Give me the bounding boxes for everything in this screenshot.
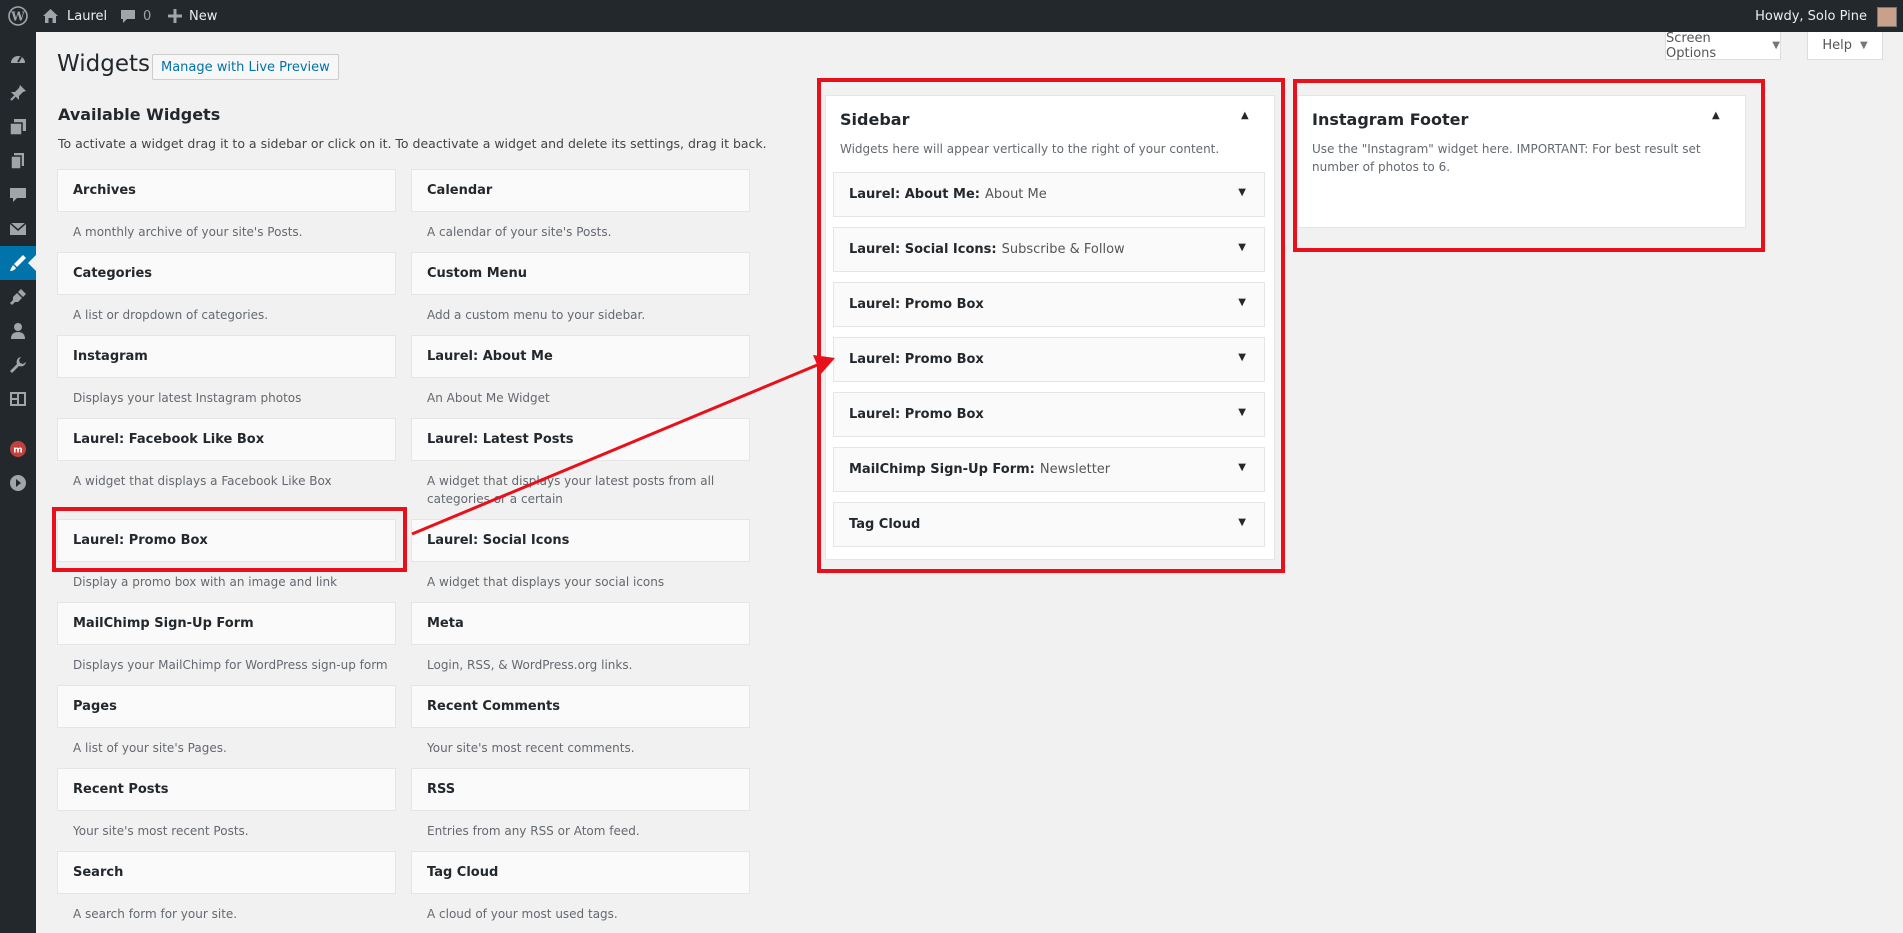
users-icon[interactable] bbox=[0, 314, 36, 348]
widget-categories[interactable]: Categories bbox=[57, 252, 396, 295]
widget-title: Laurel: Latest Posts bbox=[427, 432, 574, 447]
widget-calendar[interactable]: Calendar bbox=[411, 169, 750, 212]
available-widgets-title: Available Widgets bbox=[58, 105, 221, 124]
widget-title: Calendar bbox=[427, 183, 493, 198]
widget-description: A monthly archive of your site's Posts. bbox=[73, 225, 303, 239]
widget-title: Laurel: Facebook Like Box bbox=[73, 432, 265, 447]
appearance-brush-icon[interactable] bbox=[0, 246, 36, 280]
comments-link[interactable]: 0 bbox=[120, 0, 151, 32]
widget-title: Categories bbox=[73, 266, 153, 281]
widget-description: Displays your latest Instagram photos bbox=[73, 391, 302, 405]
pages-icon[interactable] bbox=[0, 144, 36, 178]
widget-tag-cloud[interactable]: Tag Cloud bbox=[411, 851, 750, 894]
plus-icon bbox=[168, 9, 182, 23]
widget-description: Display a promo box with an image and li… bbox=[73, 575, 338, 589]
wordpress-logo-icon[interactable]: W bbox=[8, 0, 28, 32]
home-icon bbox=[42, 8, 59, 24]
widget-description: A widget that displays a Facebook Like B… bbox=[73, 474, 332, 488]
widget-meta[interactable]: Meta bbox=[411, 602, 750, 645]
widget-description: A list of your site's Pages. bbox=[73, 741, 227, 755]
posts-pin-icon[interactable] bbox=[0, 76, 36, 110]
help-label: Help bbox=[1822, 38, 1852, 53]
widget-description: Your site's most recent comments. bbox=[427, 741, 635, 755]
widget-description: A calendar of your site's Posts. bbox=[427, 225, 612, 239]
widget-search[interactable]: Search bbox=[57, 851, 396, 894]
widget-title: Laurel: About Me bbox=[427, 349, 553, 364]
widget-laurel-facebook-like-box[interactable]: Laurel: Facebook Like Box bbox=[57, 418, 396, 461]
widget-description: A search form for your site. bbox=[73, 907, 238, 921]
widget-custom-menu[interactable]: Custom Menu bbox=[411, 252, 750, 295]
widget-title: Search bbox=[73, 865, 124, 880]
widget-description: A widget that displays your latest posts… bbox=[427, 474, 715, 506]
available-widgets-description: To activate a widget drag it to a sideba… bbox=[58, 136, 767, 151]
widget-title: Tag Cloud bbox=[427, 865, 499, 880]
screen-options-label: Screen Options bbox=[1666, 30, 1717, 61]
tools-wrench-icon[interactable] bbox=[0, 348, 36, 382]
widget-description: Login, RSS, & WordPress.org links. bbox=[427, 658, 633, 672]
widget-description: Your site's most recent Posts. bbox=[73, 824, 249, 838]
widget-laurel-latest-posts[interactable]: Laurel: Latest Posts bbox=[411, 418, 750, 461]
mailchimp-icon[interactable]: m bbox=[0, 432, 36, 466]
widget-description: A widget that displays your social icons bbox=[427, 575, 665, 589]
comments-count: 0 bbox=[143, 8, 152, 24]
widget-instagram[interactable]: Instagram bbox=[57, 335, 396, 378]
widget-rss[interactable]: RSS bbox=[411, 768, 750, 811]
widget-title: MailChimp Sign-Up Form bbox=[73, 616, 254, 631]
widget-title: Recent Comments bbox=[427, 699, 560, 714]
plugins-icon[interactable] bbox=[0, 280, 36, 314]
widget-pages[interactable]: Pages bbox=[57, 685, 396, 728]
widget-title: Meta bbox=[427, 616, 464, 631]
widget-title: Pages bbox=[73, 699, 117, 714]
widget-mailchimp-signup-form[interactable]: MailChimp Sign-Up Form bbox=[57, 602, 396, 645]
widget-recent-comments[interactable]: Recent Comments bbox=[411, 685, 750, 728]
howdy-text[interactable]: Howdy, Solo Pine bbox=[1755, 0, 1867, 32]
settings-icon[interactable] bbox=[0, 382, 36, 416]
avatar[interactable] bbox=[1877, 7, 1897, 27]
site-home-link[interactable]: Laurel bbox=[42, 0, 107, 32]
dashboard-icon[interactable] bbox=[0, 42, 36, 76]
widget-laurel-social-icons[interactable]: Laurel: Social Icons bbox=[411, 519, 750, 562]
svg-text:W: W bbox=[10, 10, 25, 24]
widget-title: Recent Posts bbox=[73, 782, 169, 797]
new-content-link[interactable]: New bbox=[168, 0, 217, 32]
screen-options-button[interactable]: Screen Options ▼ bbox=[1665, 30, 1781, 61]
caret-down-icon: ▼ bbox=[1859, 40, 1868, 51]
collapse-menu-icon[interactable] bbox=[0, 466, 36, 500]
widget-title: Custom Menu bbox=[427, 266, 528, 281]
widget-title: RSS bbox=[427, 782, 456, 797]
annotation-highlight-box bbox=[52, 507, 407, 572]
widget-description: A list or dropdown of categories. bbox=[73, 308, 269, 322]
admin-bar: W Laurel 0 New Howdy, Solo Pine bbox=[0, 0, 1903, 32]
widget-description: A cloud of your most used tags. bbox=[427, 907, 618, 921]
widget-description: An About Me Widget bbox=[427, 391, 550, 405]
annotation-highlight-box bbox=[817, 78, 1285, 573]
manage-live-preview-button[interactable]: Manage with Live Preview bbox=[152, 54, 339, 80]
site-name: Laurel bbox=[67, 8, 108, 24]
svg-text:m: m bbox=[13, 446, 22, 456]
widget-description: Add a custom menu to your sidebar. bbox=[427, 308, 646, 322]
widget-description: Displays your MailChimp for WordPress si… bbox=[73, 658, 388, 672]
widget-description: Entries from any RSS or Atom feed. bbox=[427, 824, 640, 838]
widget-title: Laurel: Social Icons bbox=[427, 533, 570, 548]
mail-icon[interactable] bbox=[0, 212, 36, 246]
annotation-highlight-box bbox=[1293, 79, 1765, 252]
admin-menu: m bbox=[0, 32, 36, 933]
page-title: Widgets bbox=[57, 51, 150, 77]
widget-recent-posts[interactable]: Recent Posts bbox=[57, 768, 396, 811]
help-button[interactable]: Help ▼ bbox=[1807, 32, 1883, 60]
widget-title: Instagram bbox=[73, 349, 148, 364]
comment-icon bbox=[120, 9, 136, 24]
widget-laurel-about-me[interactable]: Laurel: About Me bbox=[411, 335, 750, 378]
widget-archives[interactable]: Archives bbox=[57, 169, 396, 212]
widget-title: Archives bbox=[73, 183, 136, 198]
media-icon[interactable] bbox=[0, 110, 36, 144]
caret-down-icon: ▼ bbox=[1772, 40, 1780, 51]
new-label: New bbox=[189, 8, 218, 24]
comments-icon[interactable] bbox=[0, 178, 36, 212]
